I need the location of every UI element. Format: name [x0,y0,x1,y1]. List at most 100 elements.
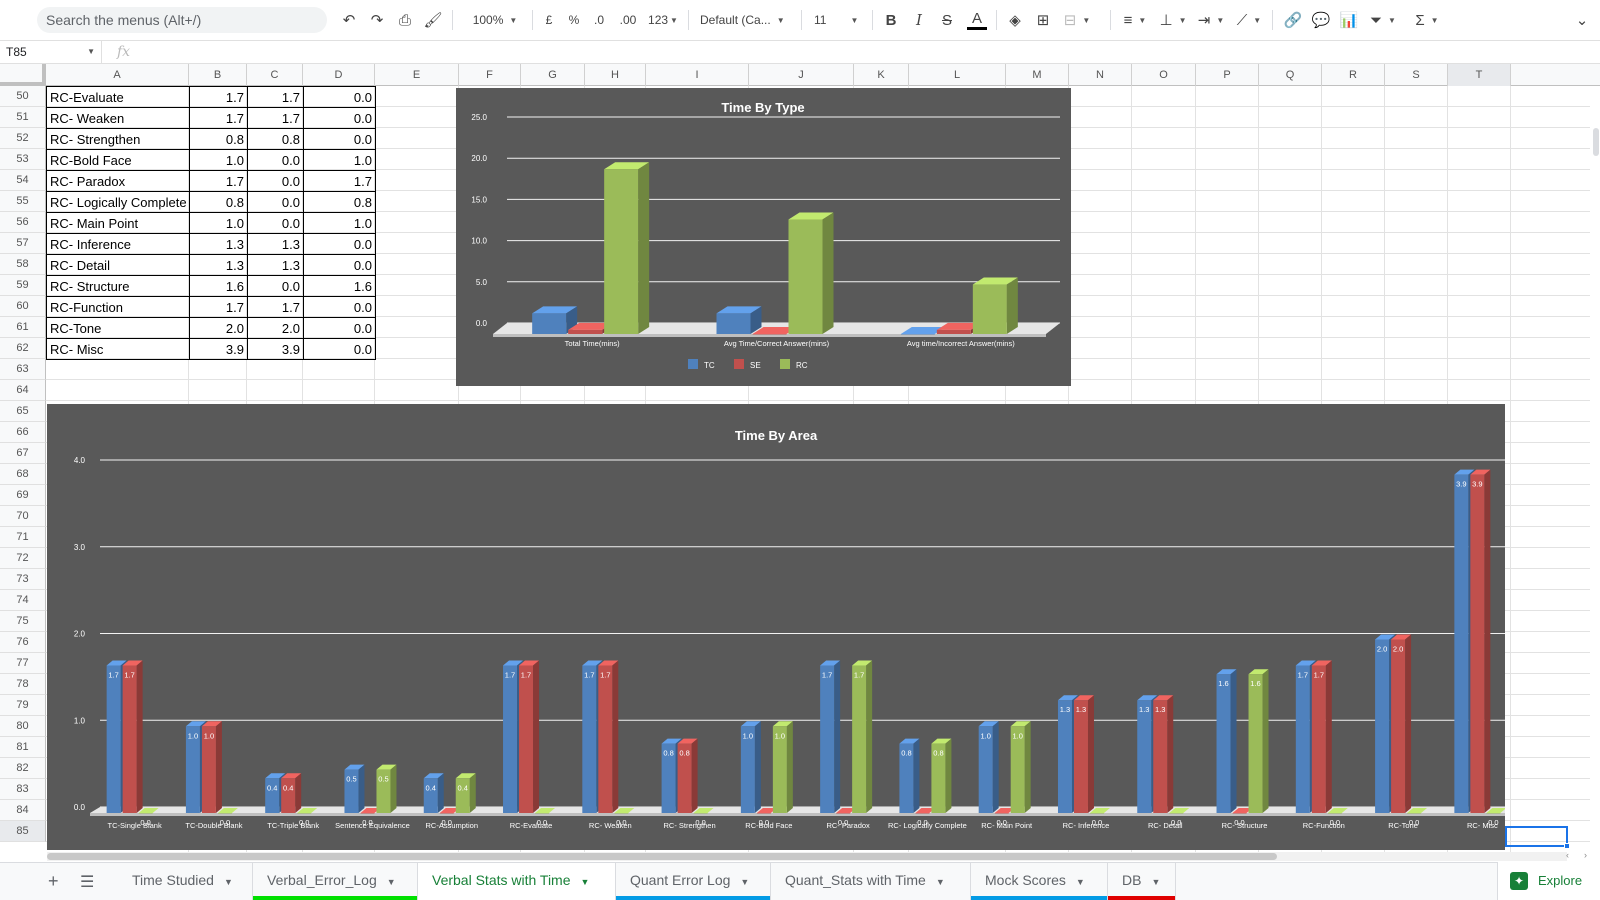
paint-format-icon[interactable]: 🖌 [422,8,444,32]
row-header-55[interactable]: 55 [0,191,46,212]
sheet-tab[interactable]: Quant_Stats with Time ▼ [771,863,971,900]
table-cell-value[interactable]: 1.0 [303,149,376,171]
percent-format-button[interactable]: % [565,8,583,32]
table-cell-label[interactable]: RC-Evaluate [46,86,190,108]
table-cell-value[interactable]: 1.0 [189,149,248,171]
table-cell-value[interactable]: 0.0 [303,317,376,339]
sheet-tab[interactable]: Time Studied ▼ [118,863,253,900]
vertical-align-icon[interactable]: ⊥ ▼ [1156,8,1190,32]
row-header-69[interactable]: 69 [0,485,46,506]
row-header-60[interactable]: 60 [0,296,46,317]
table-cell-value[interactable]: 0.8 [303,191,376,213]
row-header-68[interactable]: 68 [0,464,46,485]
fill-handle[interactable] [1564,843,1570,849]
sheet-tab-menu-icon[interactable]: ▼ [1076,877,1085,887]
add-sheet-icon[interactable]: + [48,871,59,892]
table-cell-value[interactable]: 0.8 [189,191,248,213]
sheet-tab-menu-icon[interactable]: ▼ [936,877,945,887]
column-header-N[interactable]: N [1069,64,1132,86]
table-cell-value[interactable]: 0.0 [247,191,304,213]
menu-search-input[interactable]: Search the menus (Alt+/) [37,7,327,33]
table-cell-value[interactable]: 1.3 [189,254,248,276]
row-header-85[interactable]: 85 [0,821,46,842]
row-header-59[interactable]: 59 [0,275,46,296]
table-cell-value[interactable]: 1.7 [247,86,304,108]
row-header-56[interactable]: 56 [0,212,46,233]
row-header-79[interactable]: 79 [0,695,46,716]
row-header-62[interactable]: 62 [0,338,46,359]
sheet-tab[interactable]: Verbal_Error_Log ▼ [253,863,418,900]
scroll-right-arrow-icon[interactable]: › [1584,850,1587,860]
table-cell-value[interactable]: 1.7 [189,107,248,129]
table-cell-value[interactable]: 0.8 [247,128,304,150]
sheet-tab-menu-icon[interactable]: ▼ [581,877,590,887]
horizontal-scroll-thumb[interactable] [47,853,1277,860]
column-header-S[interactable]: S [1385,64,1448,86]
row-header-74[interactable]: 74 [0,590,46,611]
zoom-select[interactable]: 100% ▼ [465,8,525,32]
column-header-E[interactable]: E [375,64,459,86]
row-header-52[interactable]: 52 [0,128,46,149]
table-cell-label[interactable]: RC- Main Point [46,212,190,234]
table-cell-value[interactable]: 1.0 [189,212,248,234]
number-format-select[interactable]: 123 ▼ [646,8,680,32]
column-header-Q[interactable]: Q [1259,64,1322,86]
currency-format-button[interactable]: £ [540,8,558,32]
selected-cell[interactable] [1505,826,1568,847]
row-header-83[interactable]: 83 [0,779,46,800]
column-header-R[interactable]: R [1322,64,1385,86]
table-cell-label[interactable]: RC- Paradox [46,170,190,192]
row-header-70[interactable]: 70 [0,506,46,527]
table-cell-value[interactable]: 0.8 [189,128,248,150]
table-cell-value[interactable]: 0.0 [303,128,376,150]
table-cell-label[interactable]: RC-Tone [46,317,190,339]
text-rotate-icon[interactable]: ⟋ ▼ [1232,8,1266,32]
sheet-tab[interactable]: Verbal Stats with Time ▼ [418,863,616,900]
table-cell-value[interactable]: 3.9 [189,338,248,360]
row-header-76[interactable]: 76 [0,632,46,653]
chart-time-by-type[interactable]: Time By Type 0.0 5.0 10.0 15.0 20.0 25.0 Total … [456,88,1071,386]
column-header-I[interactable]: I [646,64,749,86]
row-header-78[interactable]: 78 [0,674,46,695]
row-header-66[interactable]: 66 [0,422,46,443]
chart-time-by-area[interactable]: Time By Area 0.0 1.0 2.0 3.0 4.0 1.7 1.7 0.0 TC-S… [47,404,1505,850]
table-cell-value[interactable]: 2.0 [189,317,248,339]
table-cell-value[interactable]: 0.0 [303,86,376,108]
table-cell-value[interactable]: 3.9 [247,338,304,360]
vertical-scrollbar[interactable] [1590,88,1600,854]
row-header-77[interactable]: 77 [0,653,46,674]
row-header-50[interactable]: 50 [0,86,46,107]
table-cell-value[interactable]: 0.0 [247,149,304,171]
column-header-L[interactable]: L [909,64,1006,86]
row-header-61[interactable]: 61 [0,317,46,338]
row-header-57[interactable]: 57 [0,233,46,254]
functions-icon[interactable]: Σ ▼ [1410,8,1444,32]
table-cell-value[interactable]: 1.7 [189,170,248,192]
select-all-corner[interactable] [0,64,46,86]
sheet-tab-menu-icon[interactable]: ▼ [740,877,749,887]
column-header-C[interactable]: C [247,64,303,86]
table-cell-value[interactable]: 0.0 [303,233,376,255]
column-header-J[interactable]: J [749,64,854,86]
sheet-tab[interactable]: Quant Error Log ▼ [616,863,771,900]
row-header-71[interactable]: 71 [0,527,46,548]
redo-icon[interactable]: ↷ [366,8,388,32]
undo-icon[interactable]: ↶ [338,8,360,32]
vertical-scroll-thumb[interactable] [1593,128,1599,156]
print-icon[interactable]: ⎙ [394,8,416,32]
text-color-button[interactable]: A [966,8,988,32]
column-header-F[interactable]: F [459,64,521,86]
column-header-H[interactable]: H [585,64,646,86]
column-header-G[interactable]: G [521,64,585,86]
decrease-decimal-button[interactable]: .0 [588,8,610,32]
column-header-M[interactable]: M [1006,64,1069,86]
table-cell-label[interactable]: RC- Weaken [46,107,190,129]
table-cell-label[interactable]: RC- Structure [46,275,190,297]
row-header-72[interactable]: 72 [0,548,46,569]
collapse-toolbar-chevron-icon[interactable]: ⌄ [1572,8,1592,32]
explore-button[interactable]: ✦ Explore [1497,862,1600,900]
font-select[interactable]: Default (Ca... ▼ [700,8,796,32]
table-cell-value[interactable]: 1.7 [247,107,304,129]
insert-link-icon[interactable]: 🔗 [1282,8,1304,32]
column-header-P[interactable]: P [1196,64,1259,86]
